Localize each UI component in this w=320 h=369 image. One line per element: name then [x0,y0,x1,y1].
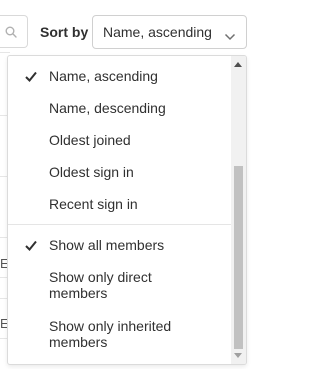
dropdown-scrollbar[interactable] [231,56,246,364]
sort-by-label: Sort by [40,24,89,40]
menu-item-label: Show only inherited members [49,318,172,350]
menu-divider [8,224,232,225]
menu-item-label: Name, ascending [49,68,158,84]
menu-item-label: Oldest sign in [49,164,134,180]
scrollbar-thumb[interactable] [234,166,243,349]
menu-item-label: Oldest joined [49,132,131,148]
scroll-up-arrow-icon[interactable] [234,62,242,67]
menu-item-label: Show all members [49,237,165,253]
check-icon [25,69,37,85]
sort-dropdown-menu: Name, ascending Name, descending Oldest … [7,55,247,365]
bg-divider [0,52,10,53]
search-icon [5,26,17,38]
sort-dropdown-screen: E E Sort by Name, ascending Name, ascend… [0,0,253,369]
sort-select[interactable]: Name, ascending [92,15,247,49]
chevron-down-icon [224,28,236,46]
search-input[interactable] [0,15,28,48]
sort-select-value: Name, ascending [103,24,212,40]
menu-item-label: Show only direct members [49,269,152,301]
menu-item-label: Name, descending [49,100,166,116]
scroll-down-arrow-icon[interactable] [234,353,242,358]
menu-item-label: Recent sign in [49,196,138,212]
check-icon [25,238,37,254]
